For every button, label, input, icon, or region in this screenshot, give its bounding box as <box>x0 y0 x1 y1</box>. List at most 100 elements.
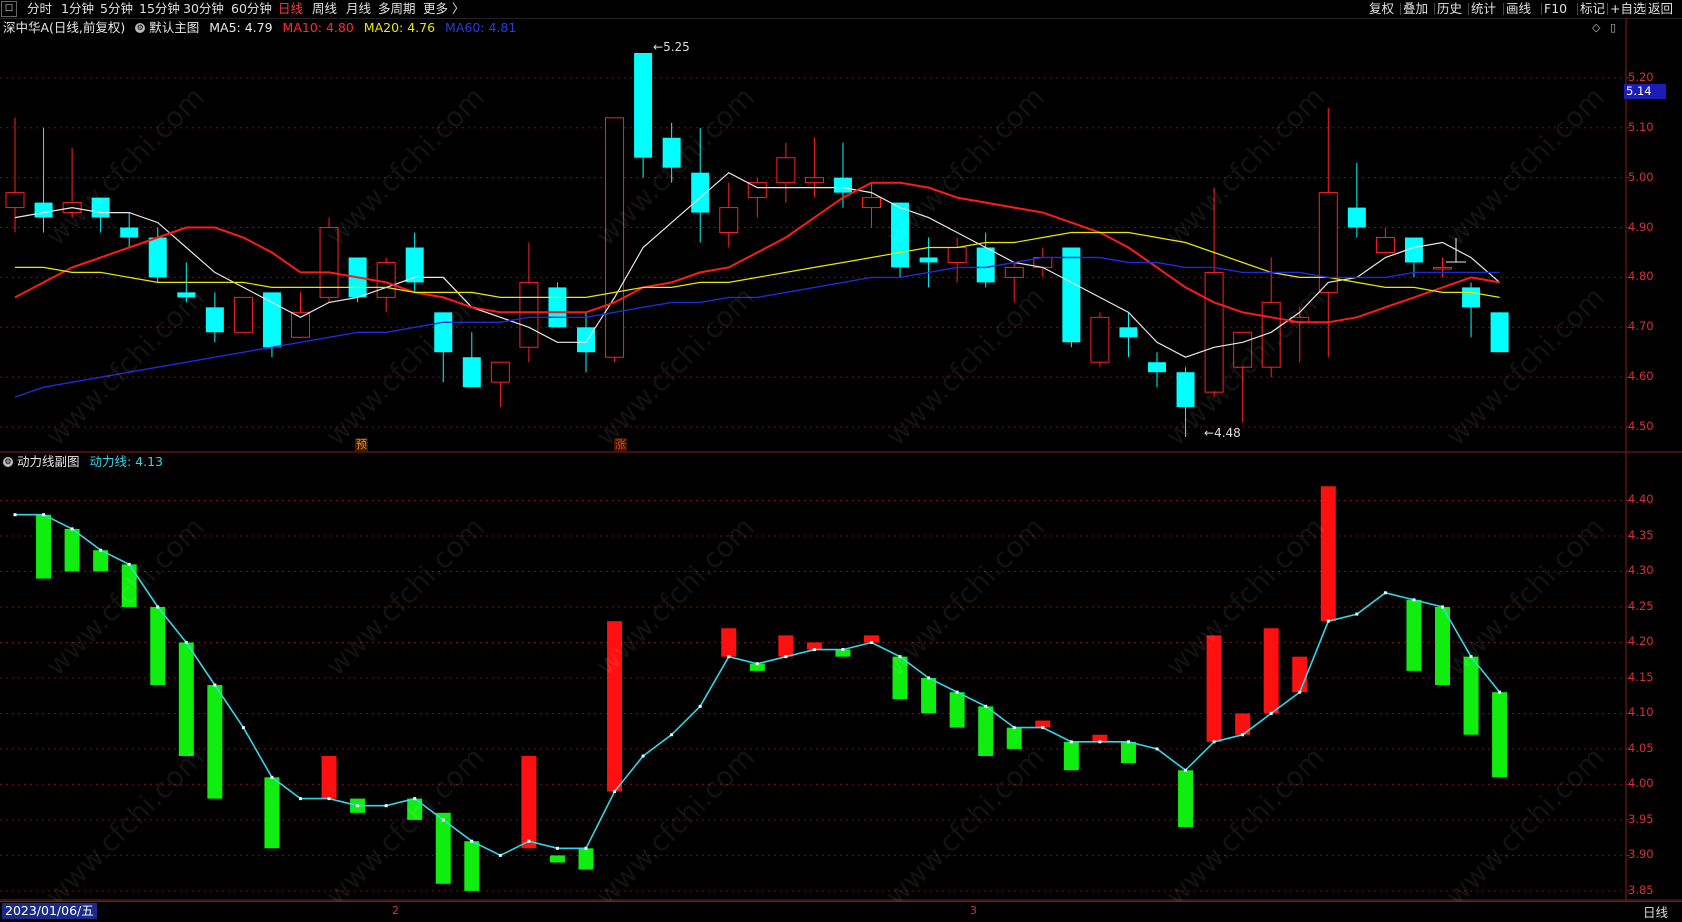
power-bar <box>321 756 337 799</box>
power-line-point <box>384 804 388 808</box>
indicator-name[interactable]: 默认主图 <box>149 20 199 35</box>
candle-body <box>233 296 253 333</box>
candle-body <box>947 246 967 263</box>
ma5-label: MA5: 4.79 <box>209 20 273 35</box>
settings-icon[interactable]: ⚙ <box>135 22 146 33</box>
power-line-point <box>1441 605 1444 609</box>
power-line-point <box>184 640 188 644</box>
power-bar <box>1063 741 1079 771</box>
y-axis-tick-label: 5.20 <box>1628 69 1654 84</box>
current-price-tag: 5.14 <box>1624 84 1666 99</box>
candle-body <box>205 307 224 333</box>
date-cursor: 2023/01/06/五 <box>2 903 97 919</box>
power-line-point <box>841 648 845 652</box>
candle-body <box>577 327 595 353</box>
power-line-point <box>1412 598 1416 602</box>
power-line-point <box>641 754 645 758</box>
candle-body <box>1004 266 1024 278</box>
y-axis-tick-label: 4.35 <box>1628 527 1654 542</box>
candle-body <box>1490 312 1509 353</box>
power-bar <box>1292 656 1308 693</box>
y-axis-tick-label: 4.80 <box>1628 269 1654 284</box>
stock-title: 深中华A(日线,前复权) <box>3 20 126 35</box>
sub-chart-title[interactable]: 动力线副图 <box>17 454 80 469</box>
power-line-point <box>927 676 931 680</box>
candle-body <box>776 157 796 184</box>
power-line-point <box>70 527 74 531</box>
power-bar <box>578 848 594 870</box>
y-axis-tick-label: 4.25 <box>1628 598 1654 613</box>
settings-icon[interactable]: ⚙ <box>3 456 13 467</box>
ma10-label: MA10: 4.80 <box>282 20 354 35</box>
power-bar <box>721 628 737 657</box>
candle-body <box>1148 362 1166 373</box>
candle-body <box>804 177 824 184</box>
power-line-point <box>984 704 988 708</box>
main-chart-legend: 深中华A(日线,前复权) ⚙ 默认主图 MA5: 4.79 MA10: 4.80… <box>3 20 516 36</box>
power-line-point <box>42 513 46 517</box>
power-bar <box>36 514 52 579</box>
power-line-point <box>1041 726 1045 730</box>
y-axis-tick-label: 4.05 <box>1628 740 1654 755</box>
power-line-point <box>555 846 559 850</box>
y-axis-tick-label: 5.00 <box>1628 169 1654 184</box>
power-bar <box>1492 692 1508 778</box>
candle-body <box>1090 316 1110 363</box>
high-price-label: ←5.25 <box>653 40 690 54</box>
y-axis-tick-label: 4.20 <box>1628 634 1654 649</box>
candle-body <box>1462 287 1481 308</box>
ma-line-ma20 <box>15 231 1500 298</box>
power-line-point <box>1212 740 1216 744</box>
power-line-point <box>241 726 245 730</box>
power-bar <box>521 756 537 849</box>
power-line-point <box>870 640 873 644</box>
power-line-point <box>1012 726 1016 730</box>
power-bar <box>178 642 194 757</box>
power-bar <box>207 685 223 799</box>
power-line-point <box>1069 740 1073 744</box>
status-bar <box>0 901 1682 922</box>
candle-body <box>919 257 938 263</box>
ma60-label: MA60: 4.81 <box>445 20 517 35</box>
signal-marker[interactable]: 预 <box>355 438 368 451</box>
power-line-point <box>1098 740 1102 744</box>
power-line-point <box>213 683 217 687</box>
diamond-icon[interactable]: ◇ <box>1592 21 1600 34</box>
power-line-point <box>470 839 474 843</box>
power-line-point <box>1355 612 1359 616</box>
power-line-point <box>1184 768 1188 772</box>
power-line-point <box>613 790 617 794</box>
chart-canvas[interactable] <box>0 0 1682 921</box>
power-line-point <box>1126 740 1130 744</box>
power-line-point <box>1269 711 1273 715</box>
power-line-point <box>1326 619 1330 623</box>
low-price-label: ←4.48 <box>1204 426 1241 440</box>
power-line-point <box>670 733 674 737</box>
y-axis-tick-label: 3.90 <box>1628 847 1654 862</box>
power-line-point <box>812 648 816 652</box>
candle-body <box>262 292 281 348</box>
power-line-point <box>955 690 959 694</box>
candle-body <box>5 192 25 209</box>
power-bar <box>1320 486 1336 622</box>
power-line-point <box>270 775 274 779</box>
power-bar <box>264 777 280 849</box>
power-bar <box>949 692 965 728</box>
candle-body <box>34 202 53 218</box>
power-bar <box>150 606 166 686</box>
y-axis-tick-label: 4.00 <box>1628 776 1654 791</box>
power-bar <box>1006 727 1022 749</box>
y-axis-tick-label: 4.60 <box>1628 369 1654 384</box>
y-axis-tick-label: 4.50 <box>1628 419 1654 434</box>
ma20-label: MA20: 4.76 <box>363 20 436 35</box>
candle-body <box>1433 266 1452 270</box>
candle-body <box>976 247 995 283</box>
power-line-label: 动力线: 4.13 <box>89 454 164 469</box>
y-axis-tick-label: 3.95 <box>1628 811 1654 826</box>
candle-body <box>833 177 852 193</box>
y-axis-tick-label: 3.85 <box>1628 882 1654 897</box>
power-bar <box>1263 628 1279 714</box>
panel-icon[interactable]: ▯ <box>1610 21 1616 34</box>
power-line-point <box>1498 690 1502 694</box>
power-line-point <box>356 804 360 808</box>
